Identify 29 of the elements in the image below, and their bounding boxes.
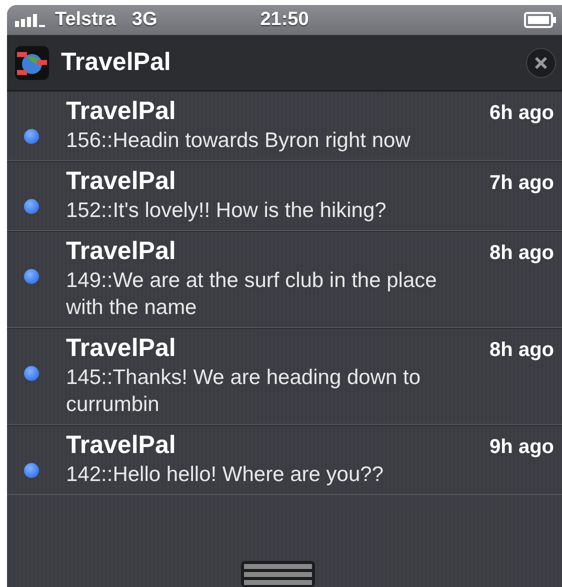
carrier-name: Telstra — [55, 9, 116, 31]
notification-time: 6h ago — [490, 102, 554, 125]
close-button[interactable] — [526, 48, 556, 78]
notification-message: 149::We are at the surf club in the place with the name — [66, 268, 438, 321]
notification-time: 7h ago — [490, 172, 554, 195]
notification-title: TravelPal — [66, 431, 177, 460]
network-type: 3G — [132, 9, 158, 31]
notification-item[interactable]: TravelPal 8h ago 145::Thanks! We are heading down to currumbin — [7, 328, 562, 425]
battery-icon — [524, 12, 556, 28]
clock-time: 21:50 — [260, 9, 309, 30]
app-title: TravelPal — [61, 48, 172, 77]
notification-message: 156::Headin towards Byron right now — [66, 128, 412, 154]
notification-title: TravelPal — [66, 167, 177, 196]
notification-item[interactable]: TravelPal 8h ago 149::We are at the surf club in the place with the name — [7, 231, 562, 328]
notification-time: 8h ago — [490, 242, 554, 265]
notification-message: 142::Hello hello! Where are you?? — [66, 462, 385, 488]
notification-title: TravelPal — [66, 334, 177, 363]
notification-item[interactable]: TravelPal 7h ago 152::It's lovely!! How is the hiking? — [7, 161, 562, 231]
pull-handle-icon[interactable] — [240, 561, 314, 587]
notification-message: 145::Thanks! We are heading down to currumbin — [66, 365, 422, 418]
notification-title: TravelPal — [66, 97, 177, 126]
notification-time: 9h ago — [490, 436, 554, 459]
notification-item[interactable]: TravelPal 6h ago 156::Headin towards Byron right now — [7, 91, 562, 161]
close-icon — [534, 56, 548, 70]
notification-time: 8h ago — [490, 339, 554, 362]
notification-title: TravelPal — [66, 237, 177, 266]
notification-message: 152::It's lovely!! How is the hiking? — [66, 198, 388, 224]
app-icon — [15, 46, 49, 80]
notification-item[interactable]: TravelPal 9h ago 142::Hello hello! Where are you?? — [7, 425, 562, 495]
